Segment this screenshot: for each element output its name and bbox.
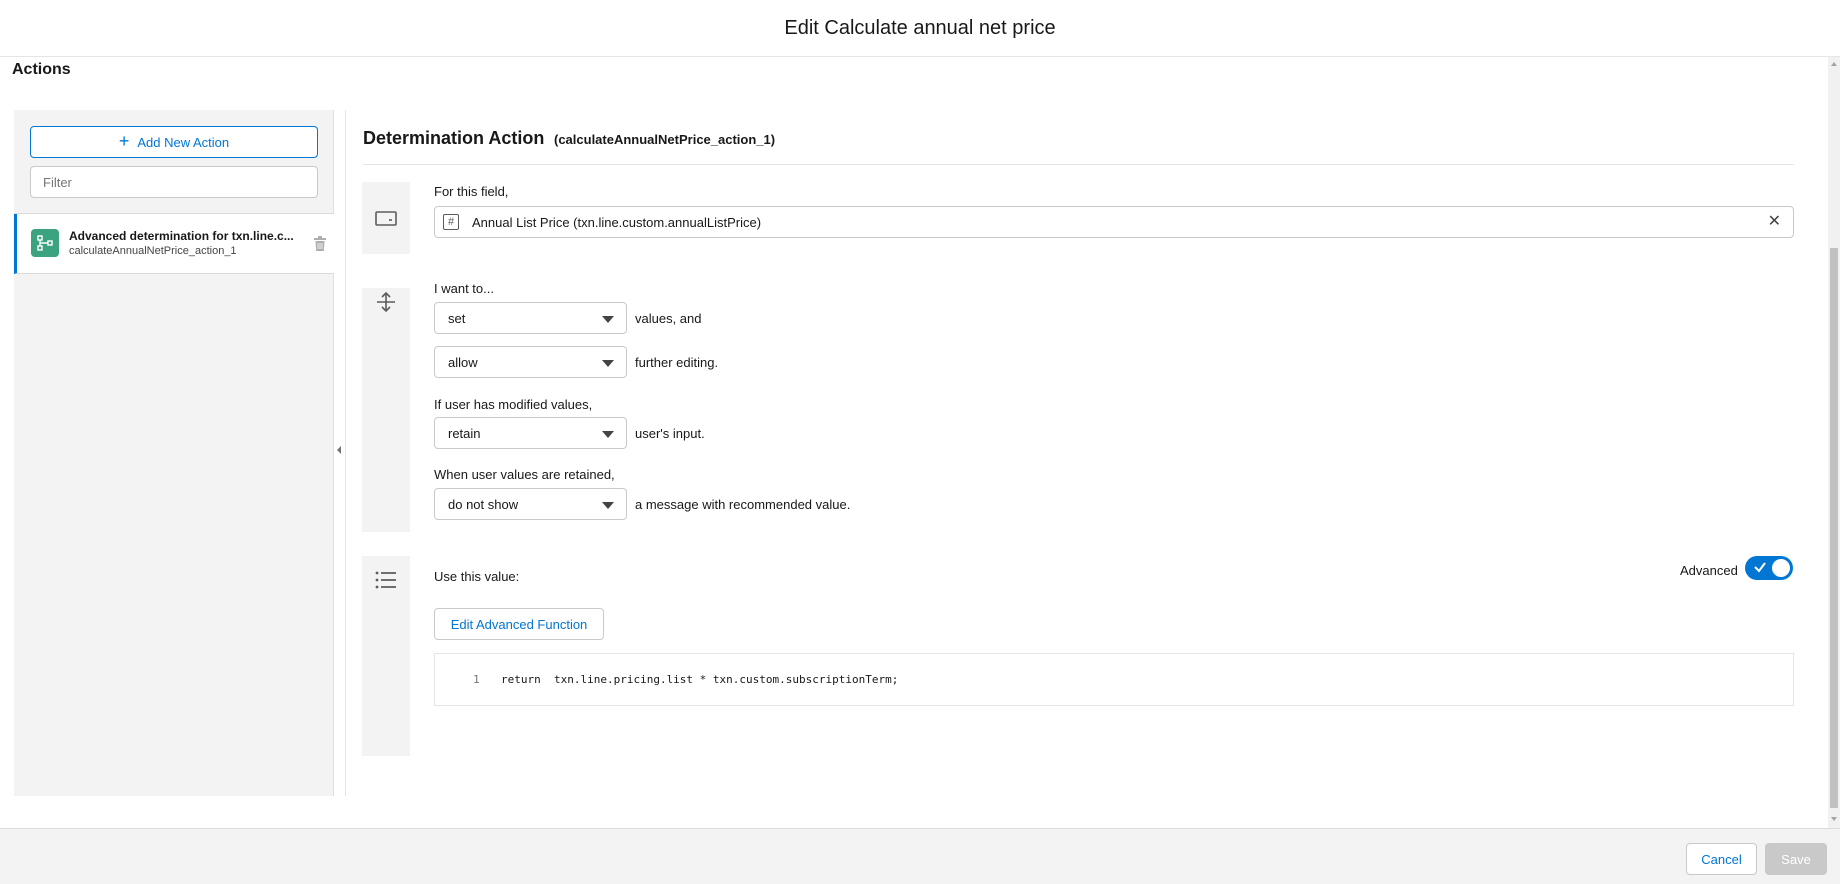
field-icon [375,211,397,226]
filter-input[interactable] [30,166,318,198]
modal-footer: Cancel Save [0,828,1840,884]
plus-icon: + [118,131,130,151]
action-api-name: calculateAnnualNetPrice_action_1 [69,245,237,257]
section-title: Actions [12,61,71,78]
toggle-knob [1772,559,1790,577]
advanced-toggle[interactable] [1745,556,1793,580]
modified-select-value: retain [448,426,481,441]
retained-select-value: do not show [448,497,519,512]
collapse-left-icon[interactable] [337,446,341,454]
detail-api-name: (calculateAnnualNetPrice_action_1) [554,132,776,147]
modal-header: Edit Calculate annual net price [0,0,1840,57]
modified-label: If user has modified values, [434,397,593,412]
chevron-down-icon [602,502,614,509]
value-section-sidebar [362,556,410,756]
add-new-action-button[interactable]: + Add New Action [30,126,318,158]
editing-select-value: allow [448,355,478,370]
field-label: For this field, [434,184,509,199]
behavior-section-sidebar [362,288,410,532]
modified-suffix: user's input. [635,426,705,441]
intent-label: I want to... [434,281,494,296]
check-icon [1754,562,1766,573]
actions-list-panel: + Add New Action Advanced determination … [14,110,334,796]
action-name: Advanced determination for txn.line.c... [69,229,294,243]
code-line-number: 1 [473,673,480,686]
direction-icon [377,291,395,313]
detail-title: Determination Action [363,128,545,148]
mode-select[interactable]: set [434,302,627,334]
close-icon[interactable]: ✕ [1768,214,1781,230]
list-icon [375,571,396,589]
advanced-toggle-label: Advanced [1680,563,1738,578]
edit-advanced-function-button[interactable]: Edit Advanced Function [434,608,604,640]
modal-title: Edit Calculate annual net price [784,17,1056,39]
field-lookup[interactable]: # Annual List Price (txn.line.custom.ann… [434,206,1794,238]
add-new-action-label: Add New Action [137,134,230,150]
retained-label: When user values are retained, [434,467,615,482]
field-section-sidebar [362,182,410,254]
trash-icon[interactable] [313,236,327,252]
action-list-item[interactable]: Advanced determination for txn.line.c...… [14,214,334,274]
chevron-down-icon [602,316,614,323]
mode-suffix: values, and [635,311,702,326]
cancel-button[interactable]: Cancel [1686,843,1757,875]
title-divider [363,164,1794,165]
number-type-icon: # [443,214,459,230]
scroll-down-icon[interactable] [1831,817,1837,821]
retained-suffix: a message with recommended value. [635,497,851,512]
save-button[interactable]: Save [1765,843,1827,875]
field-value: Annual List Price (txn.line.custom.annua… [472,215,762,230]
flow-icon [31,229,59,257]
scrollbar-thumb[interactable] [1830,248,1838,808]
editing-select[interactable]: allow [434,346,627,378]
retained-select[interactable]: do not show [434,488,627,520]
code-text: return txn.line.pricing.list * txn.custo… [501,673,899,686]
modified-select[interactable]: retain [434,417,627,449]
chevron-down-icon [602,431,614,438]
code-editor[interactable]: 1 return txn.line.pricing.list * txn.cus… [434,653,1794,706]
scroll-up-icon[interactable] [1831,62,1837,66]
chevron-down-icon [602,360,614,367]
value-label: Use this value: [434,569,520,584]
editing-suffix: further editing. [635,355,719,370]
mode-select-value: set [448,311,466,326]
